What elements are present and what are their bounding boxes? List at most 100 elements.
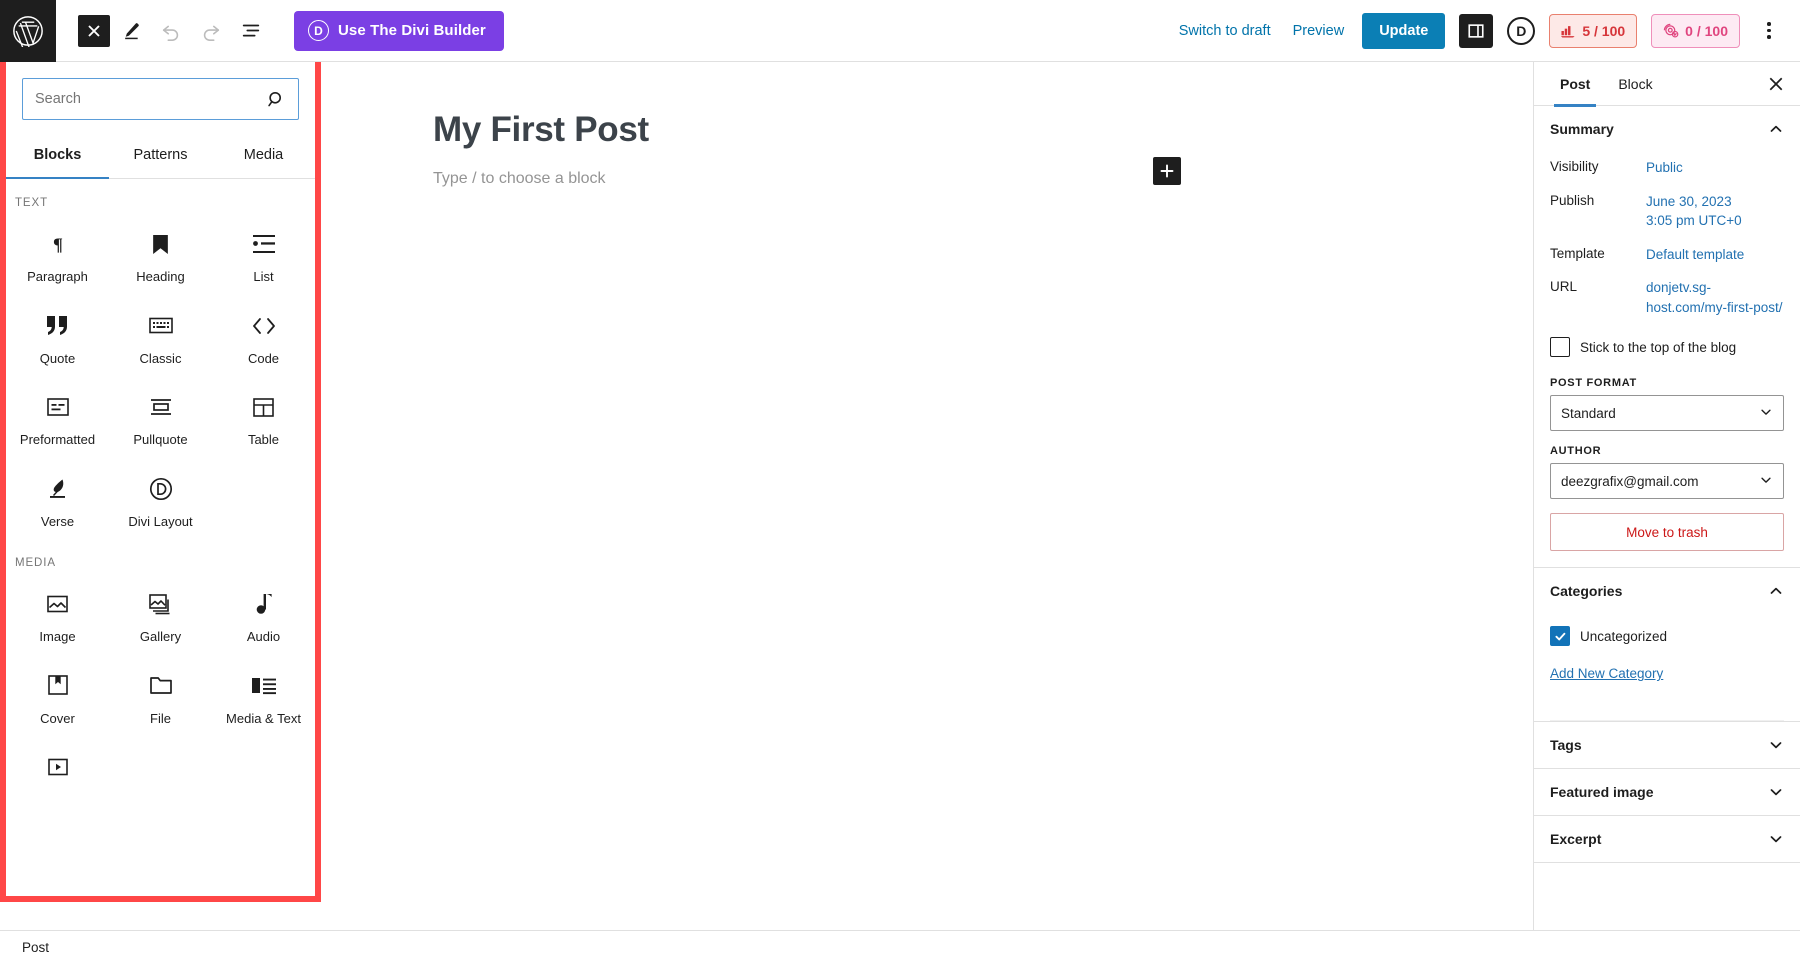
- move-to-trash-button[interactable]: Move to trash: [1550, 513, 1784, 552]
- block-video[interactable]: [6, 737, 109, 803]
- panel-summary-header[interactable]: Summary: [1550, 106, 1784, 152]
- block-quote[interactable]: Quote: [6, 295, 109, 377]
- visibility-value[interactable]: Public: [1646, 158, 1784, 178]
- readability-score-value: 0 / 100: [1685, 22, 1728, 39]
- panel-tags: Tags: [1534, 722, 1800, 770]
- template-value[interactable]: Default template: [1646, 245, 1784, 265]
- row-key: URL: [1550, 279, 1578, 295]
- publish-value[interactable]: June 30, 2023 3:05 pm UTC+0: [1646, 192, 1784, 231]
- sticky-post-row[interactable]: Stick to the top of the blog: [1550, 325, 1784, 363]
- block-label: Quote: [39, 350, 76, 366]
- inserter-search-area: [6, 62, 315, 132]
- use-divi-builder-button[interactable]: D Use The Divi Builder: [294, 10, 504, 51]
- heading-icon: [151, 231, 170, 257]
- post-format-select[interactable]: Standard: [1550, 395, 1784, 432]
- panel-excerpt: Excerpt: [1534, 816, 1800, 864]
- summary-row-publish: Publish June 30, 2023 3:05 pm UTC+0: [1550, 186, 1784, 239]
- sidebar-scroll-region: Summary Visibility Public Publish June 3…: [1534, 106, 1800, 930]
- close-inserter-button[interactable]: [78, 14, 110, 47]
- divi-options-button[interactable]: D: [1507, 16, 1536, 45]
- block-group-label-text: TEXT: [15, 197, 48, 209]
- redo-button[interactable]: [192, 12, 230, 50]
- search-input[interactable]: [23, 91, 267, 107]
- block-list[interactable]: List: [212, 213, 315, 295]
- block-classic[interactable]: Classic: [109, 295, 212, 377]
- search-icon: [267, 90, 298, 109]
- block-gallery[interactable]: Gallery: [109, 573, 212, 655]
- sidebar-tabs: Post Block: [1534, 62, 1800, 107]
- category-row-uncategorized[interactable]: Uncategorized: [1550, 614, 1784, 652]
- post-title[interactable]: My First Post: [433, 110, 1533, 150]
- post-format-label: POST FORMAT: [1550, 377, 1637, 390]
- code-icon: [252, 313, 276, 339]
- add-block-button[interactable]: [1153, 157, 1181, 185]
- block-grid-media: Image Gallery Audio Cover File Media & T…: [6, 573, 315, 802]
- block-divi-layout[interactable]: Divi Layout: [109, 458, 212, 540]
- kebab-dot: [1767, 22, 1771, 26]
- block-table[interactable]: Table: [212, 376, 315, 458]
- block-audio[interactable]: Audio: [212, 573, 315, 655]
- block-label: Heading: [136, 269, 185, 284]
- image-icon: [47, 591, 68, 617]
- panel-featured-image: Featured image: [1534, 769, 1800, 817]
- panel-categories-header[interactable]: Categories: [1550, 568, 1784, 614]
- panel-title: Excerpt: [1550, 831, 1602, 848]
- panel-featured-image-header[interactable]: Featured image: [1550, 769, 1784, 815]
- seo-score-badge[interactable]: 5 / 100: [1549, 13, 1638, 48]
- url-value[interactable]: donjetv.sg-host.com/my-first-post/: [1646, 278, 1784, 317]
- add-new-category-link[interactable]: Add New Category: [1550, 666, 1663, 681]
- block-paragraph[interactable]: ¶ Paragraph: [6, 213, 109, 295]
- quote-icon: [46, 313, 69, 339]
- chevron-up-icon: [1768, 121, 1784, 137]
- block-image[interactable]: Image: [6, 573, 109, 655]
- inserter-tab-patterns[interactable]: Patterns: [109, 132, 212, 178]
- breadcrumb-post[interactable]: Post: [22, 940, 49, 955]
- divi-layout-icon: [149, 476, 173, 502]
- block-pullquote[interactable]: Pullquote: [109, 376, 212, 458]
- panel-tags-header[interactable]: Tags: [1550, 722, 1784, 768]
- block-file[interactable]: File: [109, 655, 212, 737]
- close-sidebar-button[interactable]: [1762, 70, 1790, 98]
- block-media-text[interactable]: Media & Text: [212, 655, 315, 737]
- inserter-tab-media[interactable]: Media: [212, 132, 315, 178]
- svg-text:¶: ¶: [53, 234, 63, 254]
- table-icon: [253, 394, 274, 420]
- update-button[interactable]: Update: [1362, 12, 1446, 49]
- block-verse[interactable]: Verse: [6, 458, 109, 540]
- author-select[interactable]: deezgrafix@gmail.com: [1550, 463, 1784, 500]
- block-label: Media & Text: [226, 710, 301, 726]
- chevron-down-icon: [1759, 473, 1773, 490]
- post-body-placeholder[interactable]: Type / to choose a block: [433, 170, 1533, 188]
- more-options-button[interactable]: [1754, 14, 1784, 48]
- edit-pencil-button[interactable]: [112, 12, 150, 50]
- settings-sidebar-button[interactable]: [1459, 13, 1494, 48]
- block-label: List: [253, 269, 274, 284]
- search-box[interactable]: [22, 78, 299, 120]
- preview-button[interactable]: Preview: [1289, 17, 1349, 45]
- wordpress-logo[interactable]: [0, 0, 56, 62]
- panel-title: Summary: [1550, 121, 1614, 137]
- audio-icon: [255, 591, 273, 617]
- sidebar-tab-post[interactable]: Post: [1546, 62, 1604, 107]
- inserter-tab-blocks[interactable]: Blocks: [6, 132, 109, 179]
- block-preformatted[interactable]: Preformatted: [6, 376, 109, 458]
- block-label: File: [150, 710, 171, 726]
- readability-score-badge[interactable]: 0 / 100: [1651, 13, 1740, 48]
- switch-to-draft-button[interactable]: Switch to draft: [1175, 17, 1275, 45]
- sidebar-tab-block[interactable]: Block: [1604, 62, 1666, 106]
- block-code[interactable]: Code: [212, 295, 315, 377]
- chevron-down-icon: [1768, 784, 1784, 800]
- panel-summary: Summary Visibility Public Publish June 3…: [1534, 106, 1800, 569]
- sticky-label: Stick to the top of the blog: [1580, 339, 1737, 355]
- category-checkbox[interactable]: [1550, 626, 1570, 647]
- block-inserter-panel: Blocks Patterns Media TEXT ¶ Paragraph H…: [0, 62, 321, 902]
- block-label: Pullquote: [133, 432, 188, 448]
- panel-title: Featured image: [1550, 784, 1654, 801]
- panel-excerpt-header[interactable]: Excerpt: [1550, 816, 1784, 862]
- list-view-button[interactable]: [232, 12, 270, 50]
- undo-button[interactable]: [152, 12, 190, 50]
- block-cover[interactable]: Cover: [6, 655, 109, 737]
- sticky-checkbox[interactable]: [1550, 337, 1570, 358]
- block-heading[interactable]: Heading: [109, 213, 212, 295]
- category-label: Uncategorized: [1580, 628, 1668, 644]
